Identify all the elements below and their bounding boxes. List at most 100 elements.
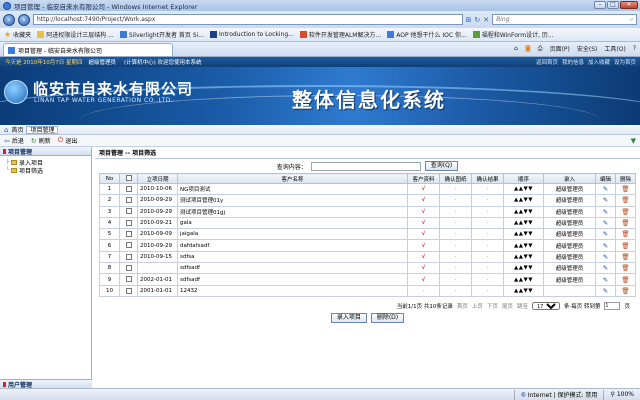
search-icon[interactable]: ⌕ <box>630 16 633 24</box>
link-home[interactable]: 返回首页 <box>536 58 558 66</box>
table-row[interactable]: 2 2010-09-29 测试项目管理01y √ · · ▲▲▼▼ 超级管理员 ✎ 🗑 <box>99 194 636 207</box>
refresh-button[interactable]: ↻ 刷新 <box>31 136 51 146</box>
row-checkbox[interactable] <box>125 264 132 271</box>
favorite-link[interactable]: 阿进权限设计三层结构 ... <box>37 30 114 39</box>
security-zone[interactable]: ◍ Internet | 保护模式: 禁用 <box>513 389 604 400</box>
breadcrumb-home[interactable]: 首页 <box>11 125 23 134</box>
goto-page-input[interactable] <box>604 301 621 310</box>
row-checkbox[interactable] <box>125 253 132 260</box>
edit-icon[interactable]: ✎ <box>603 185 608 193</box>
back-arrow-icon[interactable]: ‹ <box>3 13 15 26</box>
menu-tools[interactable]: 工具(O) <box>604 44 625 53</box>
minimize-button[interactable]: – <box>594 1 606 9</box>
row-order-arrows[interactable]: ▲▲▼▼ <box>503 262 544 275</box>
edit-icon[interactable]: ✎ <box>603 276 608 284</box>
sidebar-footer-user-mgmt[interactable]: 用户管理 <box>0 379 92 389</box>
url-input[interactable]: http://localhost:7490/Project/Work.aspx <box>32 14 463 25</box>
delete-icon[interactable]: 🗑 <box>621 264 629 272</box>
edit-icon[interactable]: ✎ <box>603 219 608 227</box>
edit-icon[interactable]: ✎ <box>603 230 608 238</box>
table-row[interactable]: 9 2002-01-01 sdfsadf √ · · ▲▲▼▼ 超级管理员 ✎ 🗑 <box>99 273 636 286</box>
breadcrumb-tab[interactable]: 项目管理 <box>26 125 59 134</box>
sidebar-item-filter-project[interactable]: └ 项目筛选 <box>6 166 91 175</box>
link-my-info[interactable]: 我的信息 <box>562 58 584 66</box>
pager-next[interactable]: 下页 <box>487 302 498 310</box>
collapse-icon[interactable]: ▼ <box>631 137 636 145</box>
menu-page[interactable]: 页面(P) <box>550 44 570 53</box>
row-checkbox[interactable] <box>125 197 132 204</box>
row-order-arrows[interactable]: ▲▲▼▼ <box>503 273 544 286</box>
home-icon[interactable]: ⌂ <box>514 45 518 52</box>
query-input[interactable] <box>310 161 421 171</box>
delete-button[interactable]: 删除(D) <box>370 312 405 323</box>
edit-icon[interactable]: ✎ <box>603 287 608 295</box>
add-project-button[interactable]: 录入项目 <box>330 312 367 323</box>
row-order-arrows[interactable]: ▲▲▼▼ <box>503 228 544 241</box>
forward-arrow-icon[interactable]: › <box>17 13 30 26</box>
print-icon[interactable]: ⎙ <box>538 45 543 53</box>
maximize-button[interactable]: □ <box>607 1 619 9</box>
menu-safety[interactable]: 安全(S) <box>577 44 598 53</box>
row-checkbox[interactable] <box>125 276 132 283</box>
pager-prev[interactable]: 上页 <box>472 302 483 310</box>
link-add-favorite[interactable]: 加入收藏 <box>588 58 610 66</box>
table-row[interactable]: 1 2010-10-06 NG项目测试 √ · · ▲▲▼▼ 超级管理员 ✎ 🗑 <box>99 182 636 196</box>
delete-icon[interactable]: 🗑 <box>621 230 629 238</box>
row-order-arrows[interactable]: ▲▲▼▼ <box>503 239 544 252</box>
stop-icon[interactable]: ✕ <box>483 16 489 24</box>
feeds-icon[interactable]: ◙ <box>525 45 531 52</box>
delete-icon[interactable]: 🗑 <box>621 287 629 295</box>
sidebar-header[interactable]: 项目管理 <box>0 147 91 156</box>
table-row[interactable]: 3 2010-09-29 测试项目管理01gj √ · · ▲▲▼▼ 超级管理员 ✎ 🗑 <box>99 205 636 218</box>
table-row[interactable]: 4 2010-09-21 gala √ · · ▲▲▼▼ 超级管理员 ✎ 🗑 <box>99 216 636 230</box>
favorite-link[interactable]: AOP 他想干什么 IOC 你... <box>387 30 467 39</box>
edit-icon[interactable]: ✎ <box>603 264 608 272</box>
row-checkbox[interactable] <box>125 231 132 238</box>
edit-icon[interactable]: ✎ <box>603 196 608 204</box>
close-button[interactable]: ✕ <box>620 1 638 9</box>
delete-icon[interactable]: 🗑 <box>621 276 629 284</box>
zoom-level[interactable]: ⚲ 100% <box>603 389 640 400</box>
table-row[interactable]: 6 2010-09-29 dafdafsadf √ · · ▲▲▼▼ 超级管理员 ✎ 🗑 <box>99 239 636 252</box>
favorite-link[interactable]: 福程和WinForm设计, 历... <box>472 30 554 39</box>
favorite-link[interactable]: Introduction to Locking... <box>210 31 294 38</box>
row-order-arrows[interactable]: ▲▲▼▼ <box>503 205 544 218</box>
table-row[interactable]: 8 sdfsadf √ · · ▲▲▼▼ 超级管理员 ✎ 🗑 <box>99 262 636 275</box>
row-order-arrows[interactable]: ▲▲▼▼ <box>503 182 544 196</box>
row-checkbox[interactable] <box>125 242 132 249</box>
favorites-button[interactable]: ★ 收藏夹 <box>4 30 31 39</box>
edit-icon[interactable]: ✎ <box>603 208 608 216</box>
refresh-icon[interactable]: ↻ <box>474 16 480 24</box>
col-select-all[interactable] <box>119 173 138 184</box>
row-checkbox[interactable] <box>125 287 132 294</box>
back-button[interactable]: ⇦ 后退 <box>4 136 24 146</box>
row-checkbox[interactable] <box>125 185 132 192</box>
table-row[interactable]: 10 2001-01-01 12432 · · · ▲▲▼▼ ✎ 🗑 <box>99 284 636 297</box>
compat-icon[interactable]: ⊞ <box>466 16 472 24</box>
table-row[interactable]: 7 2010-09-15 sdfsa √ · · ▲▲▼▼ 超级管理员 ✎ 🗑 <box>99 250 636 264</box>
delete-icon[interactable]: 🗑 <box>621 253 629 261</box>
select-all-checkbox[interactable] <box>125 175 132 182</box>
delete-icon[interactable]: 🗑 <box>621 208 629 216</box>
search-input[interactable]: Bing ⌕ <box>492 14 637 25</box>
delete-icon[interactable]: 🗑 <box>621 219 629 227</box>
favorite-link[interactable]: 软件开发管理ALM解决方... <box>299 30 381 39</box>
delete-icon[interactable]: 🗑 <box>621 196 629 204</box>
delete-icon[interactable]: 🗑 <box>621 185 629 193</box>
row-order-arrows[interactable]: ▲▲▼▼ <box>503 194 544 207</box>
row-checkbox[interactable] <box>125 219 132 226</box>
favorite-link[interactable]: Silverlight开发者 首页 Si... <box>119 30 204 39</box>
link-set-homepage[interactable]: 设为首页 <box>614 58 636 66</box>
help-icon[interactable]: ? <box>633 45 636 52</box>
row-checkbox[interactable] <box>125 208 132 215</box>
row-order-arrows[interactable]: ▲▲▼▼ <box>503 250 544 264</box>
pager-jump[interactable]: 跳至 <box>517 302 528 310</box>
edit-icon[interactable]: ✎ <box>603 242 608 250</box>
query-button[interactable]: 查询(Q) <box>424 161 459 171</box>
delete-icon[interactable]: 🗑 <box>621 242 629 250</box>
pager-last[interactable]: 尾页 <box>502 302 513 310</box>
exit-button[interactable]: ⏻ 退出 <box>58 136 78 145</box>
tab-project-management[interactable]: 项目管理 - 临安自来水有限公司 <box>3 43 173 56</box>
per-page-select[interactable]: 17 <box>531 301 560 310</box>
row-order-arrows[interactable]: ▲▲▼▼ <box>503 284 544 297</box>
